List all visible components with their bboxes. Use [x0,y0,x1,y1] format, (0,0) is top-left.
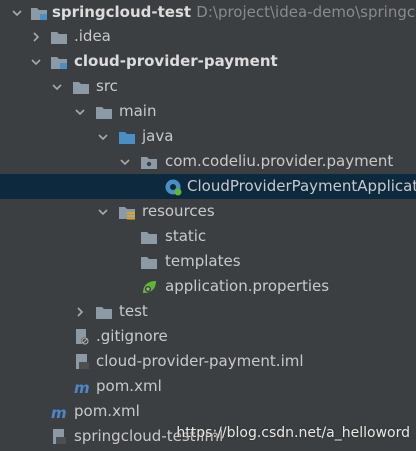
tree-row-java[interactable]: java [0,124,416,149]
tree-row-test[interactable]: test [0,299,416,324]
app-props-label: application.properties [165,277,330,295]
src-label: src [96,77,118,95]
gitignore-file-icon [73,328,91,346]
chevron-down-icon[interactable] [10,0,24,25]
app-class-label: CloudProviderPaymentApplication [187,177,416,195]
root-pom-label: pom.xml [74,402,140,420]
chevron-down-icon[interactable] [118,149,132,174]
tree-row-app-props[interactable]: application.properties [0,274,416,299]
templates-label: templates [165,252,241,270]
tree-row-project-root[interactable]: springcloud-test D:\project\idea-demo\sp… [0,0,416,25]
tree-row-idea[interactable]: .idea [0,24,416,49]
tree-row-package[interactable]: com.codeliu.provider.payment [0,149,416,174]
tree-row-gitignore[interactable]: .gitignore [0,324,416,349]
tree-row-app-class[interactable]: CloudProviderPaymentApplication [0,174,416,199]
project-root-label: springcloud-test D:\project\idea-demo\sp… [52,0,416,25]
module-folder-icon [50,53,68,71]
chevron-down-icon[interactable] [96,199,110,224]
folder-icon [50,28,68,46]
project-root-name: springcloud-test [52,3,192,21]
test-label: test [119,302,148,320]
project-root-path: D:\project\idea-demo\springcloud-test [196,3,416,21]
svg-text:m: m [74,379,90,396]
folder-icon [95,303,113,321]
package-label: com.codeliu.provider.payment [165,152,394,170]
spring-properties-icon [140,278,158,296]
iml-file-icon [73,353,91,371]
svg-text:m: m [51,404,67,421]
chevron-down-icon[interactable] [96,124,110,149]
tree-row-static[interactable]: static [0,224,416,249]
java-label: java [142,127,174,145]
tree-row-module-iml[interactable]: cloud-provider-payment.iml [0,349,416,374]
maven-icon: m [73,378,91,396]
resources-label: resources [142,202,215,220]
iml-file-icon [50,428,68,446]
folder-icon [72,78,90,96]
tree-row-main[interactable]: main [0,99,416,124]
chevron-down-icon[interactable] [50,74,64,99]
module-label: cloud-provider-payment [74,52,278,70]
gitignore-label: .gitignore [96,327,168,345]
resources-folder-icon [118,203,136,221]
spring-boot-class-icon [164,178,182,196]
source-folder-icon [118,128,136,146]
tree-row-root-pom[interactable]: m pom.xml [0,399,416,424]
tree-row-resources[interactable]: resources [0,199,416,224]
tree-row-templates[interactable]: templates [0,249,416,274]
chevron-down-icon[interactable] [73,99,87,124]
project-tree: springcloud-test D:\project\idea-demo\sp… [0,0,416,451]
static-label: static [165,227,207,245]
chevron-down-icon[interactable] [29,49,43,74]
tree-row-module-pom[interactable]: m pom.xml [0,374,416,399]
tree-row-module[interactable]: cloud-provider-payment [0,49,416,74]
tree-row-src[interactable]: src [0,74,416,99]
module-pom-label: pom.xml [96,377,162,395]
folder-icon [140,253,158,271]
main-label: main [119,102,157,120]
maven-icon: m [50,403,68,421]
folder-icon [95,103,113,121]
package-icon [140,153,158,171]
chevron-right-icon[interactable] [29,24,43,49]
chevron-right-icon[interactable] [73,299,87,324]
folder-icon [140,228,158,246]
idea-folder-label: .idea [74,27,111,45]
watermark-text: https://blog.csdn.net/a_helloword [176,425,410,441]
module-folder-icon [30,4,48,22]
module-iml-label: cloud-provider-payment.iml [96,352,304,370]
